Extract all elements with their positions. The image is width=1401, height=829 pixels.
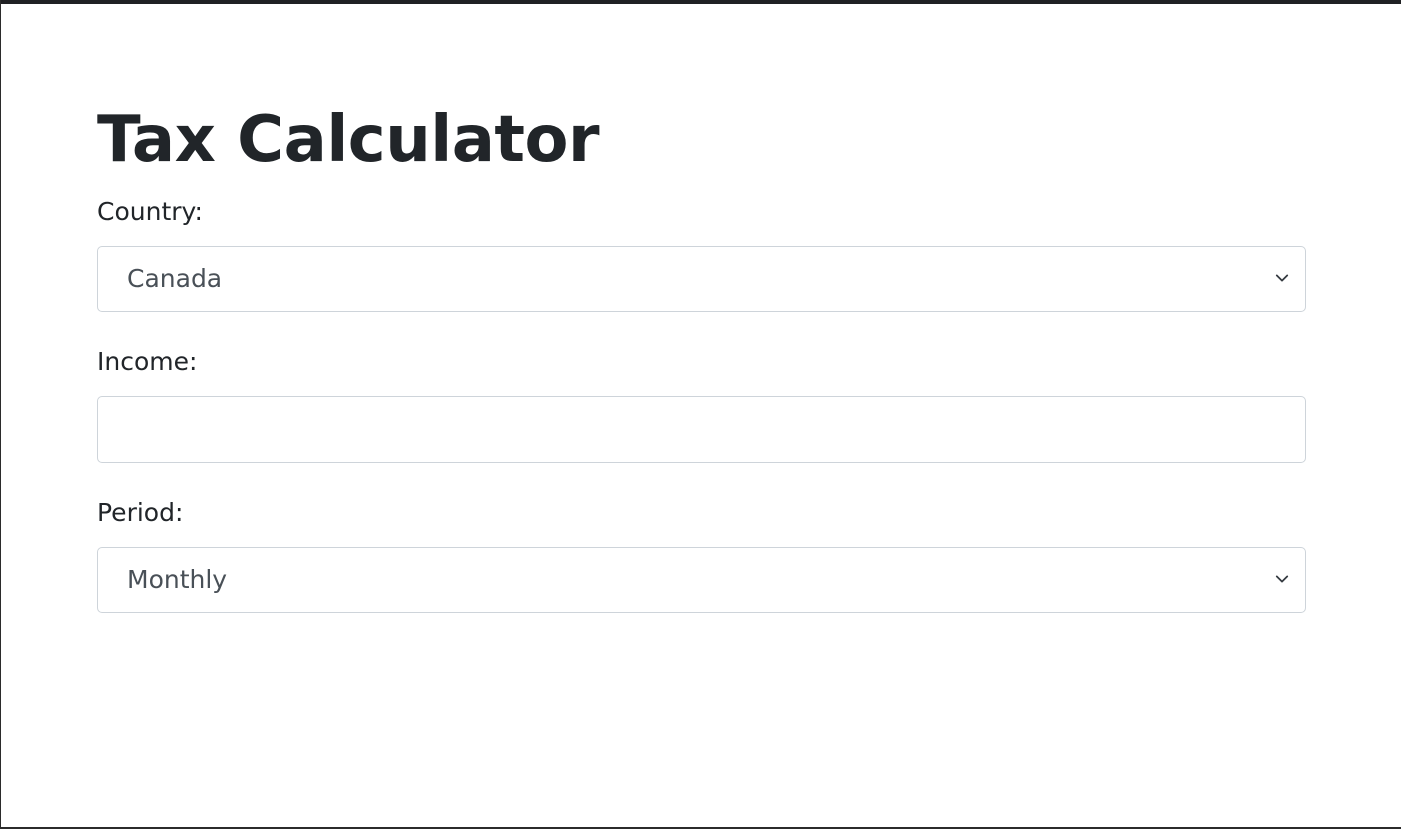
income-label: Income: bbox=[97, 347, 198, 376]
window-top-border bbox=[0, 0, 1401, 4]
window-left-border bbox=[0, 0, 1, 829]
income-input[interactable] bbox=[97, 396, 1306, 463]
chevron-down-icon bbox=[1275, 572, 1289, 586]
chevron-down-icon bbox=[1275, 271, 1289, 285]
country-select[interactable]: Canada bbox=[97, 246, 1306, 312]
country-label: Country: bbox=[97, 197, 203, 226]
period-select-value: Monthly bbox=[127, 565, 228, 594]
period-select[interactable]: Monthly bbox=[97, 547, 1306, 613]
period-label: Period: bbox=[97, 498, 184, 527]
page-title: Tax Calculator bbox=[97, 103, 600, 177]
country-select-value: Canada bbox=[127, 264, 223, 293]
